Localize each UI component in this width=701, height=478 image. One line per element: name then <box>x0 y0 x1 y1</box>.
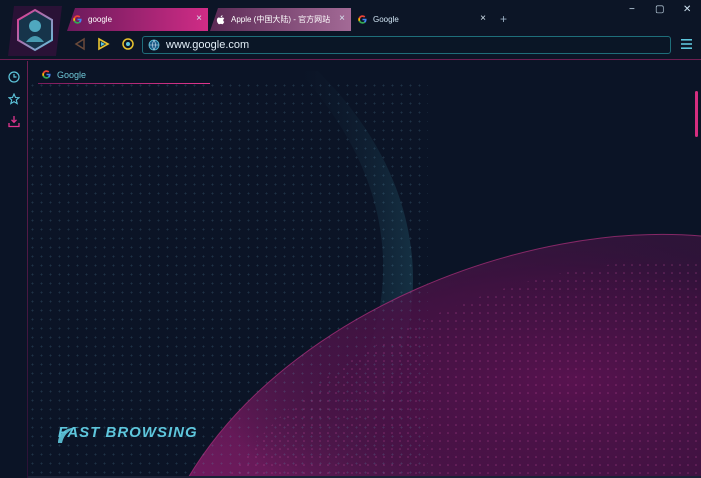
tab-apple[interactable]: Apple (中国大陆) - 官方网站 × <box>210 8 351 31</box>
minimize-button[interactable]: − <box>629 4 635 15</box>
shortcut-google[interactable]: Google <box>42 66 86 83</box>
downloads-icon[interactable] <box>8 115 20 128</box>
tab-label: Google <box>373 15 399 24</box>
google-icon <box>73 15 82 24</box>
brand-logo: FAST BROWSING <box>58 424 198 441</box>
tab-label: Apple (中国大陆) - 官方网站 <box>231 15 331 24</box>
sidebar <box>0 61 27 478</box>
google-icon <box>42 70 51 79</box>
tab-label: google <box>88 15 113 24</box>
shortcut-label: Google <box>57 69 87 80</box>
history-icon[interactable] <box>8 71 20 83</box>
globe-icon <box>148 39 160 51</box>
forward-icon[interactable] <box>96 37 110 51</box>
browser-window: google × Apple (中国大陆) - 官方网站 × Google × … <box>0 0 701 478</box>
title-bar: google × Apple (中国大陆) - 官方网站 × Google × … <box>0 0 701 61</box>
close-tab-icon[interactable]: × <box>480 13 486 24</box>
apple-icon <box>216 14 225 24</box>
url-text[interactable]: www.google.com <box>166 39 249 51</box>
header-divider <box>0 59 701 60</box>
close-window-button[interactable]: ✕ <box>683 4 691 15</box>
tab-google[interactable]: Google × <box>352 8 492 31</box>
new-tab-button[interactable]: + <box>500 12 507 26</box>
dot-pattern <box>28 81 428 478</box>
favorites-icon[interactable] <box>8 93 20 105</box>
new-tab-page: Google FAST BROWSING <box>28 61 701 478</box>
google-icon <box>358 15 367 24</box>
maximize-button[interactable]: ▢ <box>655 4 664 15</box>
tab-google-active[interactable]: google × <box>67 8 208 31</box>
close-tab-icon[interactable]: × <box>339 13 345 24</box>
scrollbar-thumb[interactable] <box>695 91 698 137</box>
reload-icon[interactable] <box>121 37 135 51</box>
back-icon[interactable] <box>73 37 87 51</box>
address-bar[interactable]: www.google.com <box>142 36 671 54</box>
close-tab-icon[interactable]: × <box>196 13 202 24</box>
app-logo-icon <box>8 6 62 56</box>
shortcut-underline <box>38 83 210 84</box>
menu-icon[interactable] <box>680 38 693 50</box>
